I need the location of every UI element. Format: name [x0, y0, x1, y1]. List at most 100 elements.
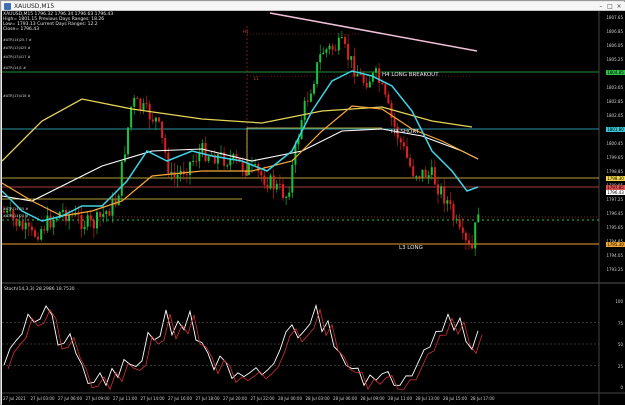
object-label: #ATR(13)418 #	[3, 94, 31, 98]
candle-body	[406, 146, 408, 158]
candle-body	[139, 98, 142, 110]
time-axis-label: 28 Jul 03:00	[305, 396, 330, 401]
candle-body	[306, 100, 309, 102]
candle-body	[340, 37, 343, 39]
candle-body	[127, 127, 129, 155]
time-axis-label: 28 Jul 09:00	[360, 396, 385, 401]
price-scale-label: 1806.05	[606, 43, 623, 48]
stochastic-scale-label: 75	[617, 320, 623, 326]
candle-body	[145, 103, 148, 105]
candle-body	[207, 156, 210, 161]
candle-body	[46, 215, 49, 231]
annotation-l3-long[interactable]: L3 LONG	[399, 245, 423, 251]
candle-body	[55, 218, 58, 220]
candle-body	[173, 171, 176, 179]
candle-body	[247, 164, 250, 176]
candle-body	[331, 45, 334, 50]
moving-average-white	[2, 128, 479, 202]
annotation-l1[interactable]: L1	[254, 76, 259, 81]
candle-body	[430, 167, 433, 176]
price-tag: 1801.80	[606, 127, 625, 132]
candle-body	[347, 43, 350, 60]
candle-body	[254, 164, 257, 166]
annotation-h1[interactable]: H1	[243, 29, 249, 34]
candle-body	[384, 84, 387, 95]
annotation-h3-short[interactable]: H3 SHORT	[391, 129, 419, 135]
candle-body	[216, 154, 219, 164]
object-label: #ATR(13)425 #	[3, 46, 31, 50]
time-axis-label: 27 Jul 16:00	[168, 396, 192, 401]
candle-body	[120, 161, 123, 196]
candle-body	[185, 174, 188, 176]
candle-body	[402, 142, 405, 147]
trendline-pink	[269, 12, 478, 52]
candle-body	[176, 174, 179, 179]
candle-body	[468, 240, 470, 244]
candle-body	[461, 227, 464, 233]
candle-body	[43, 229, 46, 231]
chart-titlebar[interactable]: XAUUSD,M15 – □ ×	[2, 2, 625, 11]
candle-body	[158, 117, 160, 122]
minimize-button[interactable]: –	[597, 3, 605, 10]
time-axis-label: 27 Jul 18:00	[195, 396, 220, 401]
candle-body	[365, 82, 368, 88]
maximize-button[interactable]: □	[606, 3, 614, 10]
candle-body	[192, 160, 195, 162]
time-axis-label: 27 Jul 06:00	[58, 396, 82, 401]
candle-body	[275, 183, 278, 190]
candle-body	[201, 143, 204, 153]
time-axis-label: 28 Jul 15:00	[443, 396, 467, 401]
candle-body	[316, 62, 319, 84]
candle-body	[30, 226, 33, 231]
candle-body	[446, 200, 449, 204]
time-axis-label: 27 Jul 11:00	[113, 396, 137, 401]
stochastic-scale-label: 50	[617, 342, 623, 347]
candle-body	[263, 175, 266, 185]
price-scale-label: 1806.85	[606, 29, 623, 34]
close-button[interactable]: ×	[615, 3, 623, 10]
candle-body	[458, 219, 461, 228]
price-tag: 1796.43	[606, 190, 625, 195]
chart-canvas	[2, 11, 625, 405]
price-scale-label: 1807.65	[606, 15, 623, 20]
candle-body	[37, 236, 40, 240]
candle-body	[241, 161, 244, 171]
candle-body	[440, 186, 443, 195]
candle-body	[477, 214, 480, 223]
object-label: #ATR(14)25 #	[3, 214, 29, 218]
price-scale-label: 1797.25	[606, 197, 623, 202]
candle-body	[3, 211, 5, 213]
annotation-h4-long-breakout[interactable]: H4 LONG BREAKOUT	[382, 72, 439, 78]
candle-body	[49, 215, 52, 228]
price-chart-area[interactable]: XAUUSD,M15 1796.32 1796.34 1796.63 1796.…	[2, 11, 625, 405]
price-tag: 1795.30	[606, 242, 625, 247]
stochastic-scale-label: 25	[617, 363, 623, 369]
candle-body	[412, 166, 415, 177]
candle-body	[344, 37, 346, 44]
candle-body	[269, 175, 272, 189]
time-axis-label: 27 Jul 20:00	[223, 396, 247, 401]
price-scale-label: 1805.25	[606, 57, 623, 62]
candle-body	[34, 230, 36, 237]
candle-body	[474, 222, 477, 249]
candle-body	[437, 184, 439, 195]
time-axis-label: 28 Jul 00:00	[278, 396, 302, 401]
stochastic-main-line	[3, 303, 479, 387]
time-axis-label: 28 Jul 17:00	[470, 396, 495, 401]
candle-body	[328, 45, 331, 50]
candle-body	[260, 171, 263, 176]
candle-body	[433, 167, 436, 185]
time-axis-label: 28 Jul 13:00	[415, 396, 440, 401]
candle-body	[226, 165, 229, 167]
object-label: #ATR(14)1 #	[3, 66, 27, 70]
candle-body	[309, 93, 312, 102]
candle-body	[123, 154, 126, 162]
terminal-window: XAUUSD,M15 – □ × XAUUSD,M15 1796.32 1796…	[0, 0, 625, 405]
candle-body	[387, 94, 390, 104]
symbol-info-panel: XAUUSD,M15 1796.32 1796.34 1796.63 1796.…	[3, 12, 113, 32]
candle-body	[15, 218, 18, 226]
candle-body	[362, 74, 365, 83]
candle-body	[313, 83, 315, 94]
candle-body	[92, 220, 95, 229]
candle-body	[375, 68, 377, 73]
